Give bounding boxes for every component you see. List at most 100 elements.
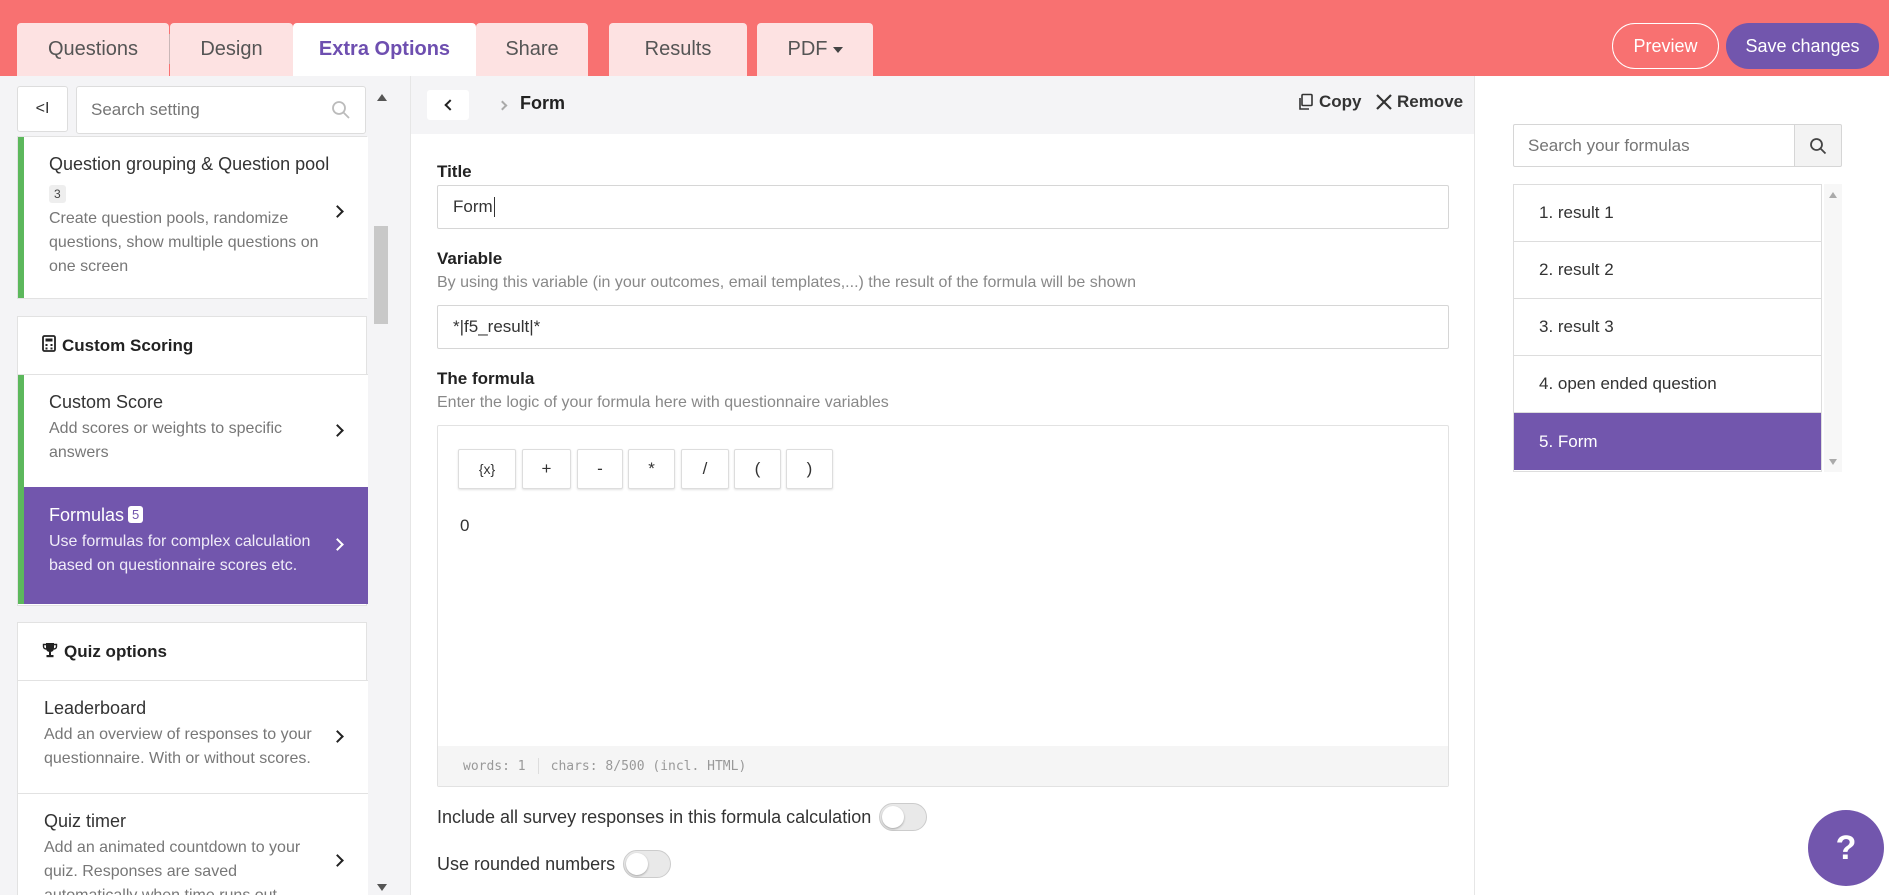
sidebar-item-quiz-timer[interactable]: Quiz timer Add an animated countdown to … xyxy=(18,794,368,895)
toggle-label: Include all survey responses in this for… xyxy=(437,806,872,827)
back-button[interactable] xyxy=(427,90,469,120)
include-all-responses-toggle[interactable] xyxy=(879,803,928,831)
formula-list-item[interactable]: 4. open ended question xyxy=(1514,356,1821,413)
tab-questions[interactable]: Questions xyxy=(17,23,169,76)
tab-design[interactable]: Design xyxy=(170,23,293,76)
chevron-right-icon xyxy=(331,854,344,867)
formula-list-item-selected[interactable]: 5. Form xyxy=(1514,413,1821,470)
sidebar-scrollbar[interactable] xyxy=(372,86,390,895)
tab-design-label: Design xyxy=(200,38,263,60)
sidebar-item-title: Question grouping & Question pool xyxy=(49,154,330,174)
multiply-button[interactable]: * xyxy=(628,449,675,489)
formula-list: 1. result 1 2. result 2 3. result 3 4. o… xyxy=(1513,184,1822,472)
tab-share-label: Share xyxy=(505,38,559,60)
collapse-icon: <I xyxy=(35,100,50,117)
save-changes-button[interactable]: Save changes xyxy=(1726,23,1879,69)
title-input[interactable]: Form xyxy=(437,185,1449,229)
tab-pdf[interactable]: PDF xyxy=(757,23,873,76)
close-icon xyxy=(1376,94,1392,110)
formula-help-text: Enter the logic of your formula here wit… xyxy=(437,394,889,411)
toggle-knob xyxy=(626,853,649,875)
sidebar-item-formulas[interactable]: Formulas 5 Use formulas for complex calcu… xyxy=(18,487,368,604)
scroll-down-icon[interactable] xyxy=(1829,459,1837,465)
forward-button[interactable] xyxy=(481,90,523,120)
sidebar-item-title: Quiz timer xyxy=(44,811,127,831)
scroll-up-icon[interactable] xyxy=(1829,192,1837,198)
formula-list-scrollbar[interactable] xyxy=(1824,184,1842,472)
quiz-options-card: Quiz options Leaderboard Add an overview… xyxy=(17,622,368,895)
toggle-label: Use rounded numbers xyxy=(437,853,616,874)
custom-scoring-heading-label: Custom Scoring xyxy=(62,335,194,355)
copy-button-label: Copy xyxy=(1319,92,1362,111)
sidebar-item-desc: Add an overview of responses to your que… xyxy=(44,726,312,767)
formula-search-input[interactable] xyxy=(1514,125,1784,166)
chevron-right-icon xyxy=(497,100,507,110)
char-count: chars: 8/500 (incl. HTML) xyxy=(550,758,747,774)
insert-variable-button[interactable]: {x} xyxy=(458,449,516,489)
tab-share[interactable]: Share xyxy=(476,23,588,76)
chevron-left-icon xyxy=(444,99,456,111)
collapse-sidebar-button[interactable]: <I xyxy=(17,86,68,132)
rounded-numbers-toggle[interactable] xyxy=(623,850,672,878)
tab-extra-options[interactable]: Extra Options xyxy=(293,23,476,76)
divide-button[interactable]: / xyxy=(681,449,729,489)
tool-label: * xyxy=(648,459,655,478)
trophy-icon xyxy=(42,642,58,662)
sidebar-item-question-grouping[interactable]: Question grouping & Question pool 3 Crea… xyxy=(18,137,368,298)
sidebar-item-leaderboard[interactable]: Leaderboard Add an overview of responses… xyxy=(18,681,368,793)
copy-button[interactable]: Copy xyxy=(1297,92,1362,112)
chevron-right-icon xyxy=(331,538,344,551)
sidebar-item-desc: Add an animated countdown to your quiz. … xyxy=(44,839,301,895)
count-badge: 3 xyxy=(49,185,66,203)
chevron-right-icon xyxy=(331,424,344,437)
settings-sidebar: <I Question grouping & Question pool 3 C… xyxy=(0,76,392,895)
setting-search-box xyxy=(76,86,366,134)
sidebar-scroll-thumb[interactable] xyxy=(374,226,388,324)
variable-input[interactable]: *|f5_result|* xyxy=(437,305,1449,349)
sidebar-item-title: Formulas 5 xyxy=(49,505,144,526)
preview-button[interactable]: Preview xyxy=(1612,23,1719,69)
chevron-right-icon xyxy=(331,205,344,218)
setting-search-input[interactable] xyxy=(77,87,317,133)
scroll-up-icon[interactable] xyxy=(377,94,387,101)
close-paren-button[interactable]: ) xyxy=(786,449,833,489)
tab-questions-label: Questions xyxy=(47,38,139,60)
search-icon xyxy=(332,101,350,119)
formula-editor[interactable]: {x} + - * / ( ) 0 words: 1 chars: 8/500 … xyxy=(437,425,1449,787)
sidebar-item-desc: Add scores or weights to specific answer… xyxy=(49,420,282,461)
text-cursor xyxy=(493,197,495,217)
formulas-title-text: Formulas xyxy=(49,505,125,525)
formula-search-box xyxy=(1513,124,1795,167)
question-grouping-card: Question grouping & Question pool 3 Crea… xyxy=(17,136,368,299)
preview-button-label: Preview xyxy=(1633,35,1698,56)
formula-list-item[interactable]: 1. result 1 xyxy=(1514,185,1821,242)
tab-extra-options-label: Extra Options xyxy=(318,38,451,60)
formula-list-item[interactable]: 2. result 2 xyxy=(1514,242,1821,299)
tab-results[interactable]: Results xyxy=(609,23,747,76)
formula-label: The formula xyxy=(437,369,535,388)
include-all-responses-row: Include all survey responses in this for… xyxy=(437,803,928,831)
word-count: words: 1 xyxy=(463,758,526,774)
count-badge: 5 xyxy=(128,506,144,523)
tool-label: - xyxy=(597,459,603,478)
minus-button[interactable]: - xyxy=(577,449,623,489)
scroll-down-icon[interactable] xyxy=(377,884,387,891)
toggle-knob xyxy=(882,806,905,828)
help-button[interactable]: ? xyxy=(1808,810,1884,886)
quiz-options-heading: Quiz options xyxy=(18,623,368,681)
remove-button[interactable]: Remove xyxy=(1375,92,1463,112)
formula-search-button[interactable] xyxy=(1794,124,1842,167)
tool-label: {x} xyxy=(478,461,496,477)
sidebar-item-custom-score[interactable]: Custom Score Add scores or weights to sp… xyxy=(18,375,368,487)
open-paren-button[interactable]: ( xyxy=(734,449,781,489)
plus-button[interactable]: + xyxy=(522,449,571,489)
formula-content[interactable]: 0 xyxy=(460,516,469,536)
custom-scoring-heading: Custom Scoring xyxy=(18,317,368,375)
custom-scoring-card: Custom Scoring Custom Score Add scores o… xyxy=(17,316,368,606)
sidebar-item-title: Custom Score xyxy=(49,392,164,412)
formula-list-item[interactable]: 3. result 3 xyxy=(1514,299,1821,356)
tool-label: ) xyxy=(806,459,813,478)
tool-label: ( xyxy=(754,459,761,478)
variable-label: Variable xyxy=(437,249,503,268)
search-icon xyxy=(1810,137,1827,154)
